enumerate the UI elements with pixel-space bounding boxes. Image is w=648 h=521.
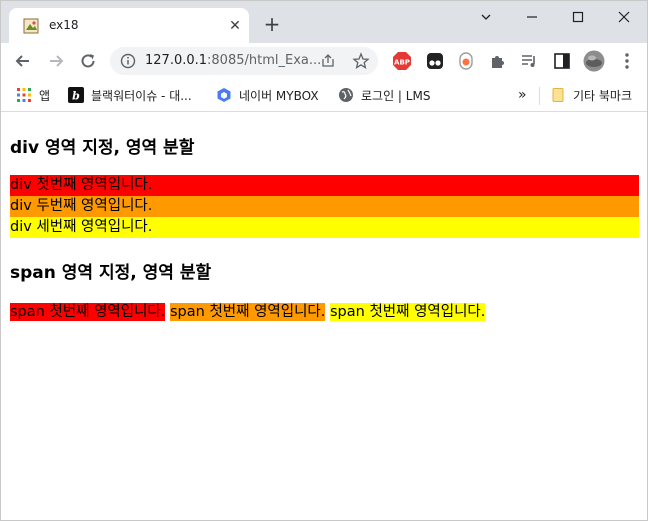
share-icon[interactable] bbox=[320, 53, 336, 69]
site-info-icon[interactable] bbox=[120, 53, 136, 69]
page-favicon-icon bbox=[23, 18, 39, 34]
menu-kebab-icon[interactable] bbox=[617, 51, 637, 71]
extension-orange-icon[interactable] bbox=[456, 51, 476, 71]
bookmark-star-icon[interactable] bbox=[352, 52, 370, 70]
browser-toolbar: 127.0.0.1:8085/html_Exa... ABP bbox=[1, 43, 647, 79]
close-tab-icon[interactable]: ✕ bbox=[227, 18, 243, 34]
page-content: div 영역 지정, 영역 분할 div 첫번째 영역입니다. div 두번째 … bbox=[1, 112, 647, 520]
div-block-1: div 첫번째 영역입니다. bbox=[10, 175, 639, 196]
span-block-3: span 첫번째 영역입니다. bbox=[330, 303, 486, 321]
bookmarks-divider bbox=[539, 87, 540, 105]
blackwater-b-icon: b bbox=[68, 87, 84, 103]
profile-avatar[interactable] bbox=[583, 50, 605, 72]
media-queue-icon[interactable] bbox=[519, 51, 539, 71]
minimize-icon[interactable] bbox=[509, 7, 555, 27]
div-section-heading: div 영역 지정, 영역 분할 bbox=[10, 138, 195, 158]
side-panel-icon[interactable] bbox=[552, 51, 572, 71]
div-block-3: div 세번째 영역입니다. bbox=[10, 217, 639, 238]
bookmark-other-folder[interactable]: 기타 북마크 bbox=[550, 86, 632, 104]
forward-arrow-icon[interactable] bbox=[46, 51, 66, 71]
span-block-1: span 첫번째 영역입니다. bbox=[10, 303, 166, 321]
svg-text:b: b bbox=[72, 90, 80, 103]
globe-icon bbox=[339, 88, 353, 102]
url-text[interactable]: 127.0.0.1:8085/html_Exa... bbox=[145, 53, 321, 68]
span-block-2: span 첫번째 영역입니다. bbox=[170, 303, 326, 321]
tab-ex18[interactable]: ex18 ✕ bbox=[9, 8, 249, 43]
adblock-plus-icon[interactable]: ABP bbox=[392, 51, 412, 71]
tampermonkey-icon[interactable] bbox=[425, 51, 445, 71]
bookmark-apps[interactable]: 앱 bbox=[16, 86, 50, 104]
tab-title: ex18 bbox=[49, 18, 79, 32]
new-tab-icon[interactable]: + bbox=[263, 14, 281, 34]
address-bar[interactable]: 127.0.0.1:8085/html_Exa... bbox=[110, 47, 378, 75]
browser-window: ex18 ✕ + 127.0.0.1:8085/html_Exa... ABP … bbox=[0, 0, 648, 521]
close-window-icon[interactable] bbox=[601, 7, 647, 27]
folder-icon bbox=[552, 88, 564, 102]
span-section-heading: span 영역 지정, 영역 분할 bbox=[10, 263, 212, 283]
tab-search-icon[interactable] bbox=[463, 7, 509, 27]
bookmarks-overflow-chevron[interactable]: » bbox=[518, 86, 527, 104]
mybox-cube-icon bbox=[217, 88, 231, 102]
span-row: span 첫번째 영역입니다. span 첫번째 영역입니다. span 첫번째… bbox=[10, 302, 486, 323]
svg-text:ABP: ABP bbox=[394, 59, 410, 67]
back-arrow-icon[interactable] bbox=[13, 51, 33, 71]
bookmarks-bar: 앱 b 블랙워터이슈 - 대... 네이버 MYBOX 로그인 | LMS » bbox=[1, 79, 647, 112]
bookmark-blackwater[interactable]: b 블랙워터이슈 - 대... bbox=[68, 86, 192, 104]
tab-bar: ex18 ✕ + bbox=[1, 1, 647, 43]
reload-icon[interactable] bbox=[78, 51, 98, 71]
maximize-icon[interactable] bbox=[555, 7, 601, 27]
extensions-puzzle-icon[interactable] bbox=[488, 51, 508, 71]
bookmark-naver-mybox[interactable]: 네이버 MYBOX bbox=[216, 86, 319, 104]
bookmark-lms-login[interactable]: 로그인 | LMS bbox=[338, 86, 430, 104]
div-block-2: div 두번째 영역입니다. bbox=[10, 196, 639, 217]
apps-grid-icon bbox=[17, 88, 31, 102]
